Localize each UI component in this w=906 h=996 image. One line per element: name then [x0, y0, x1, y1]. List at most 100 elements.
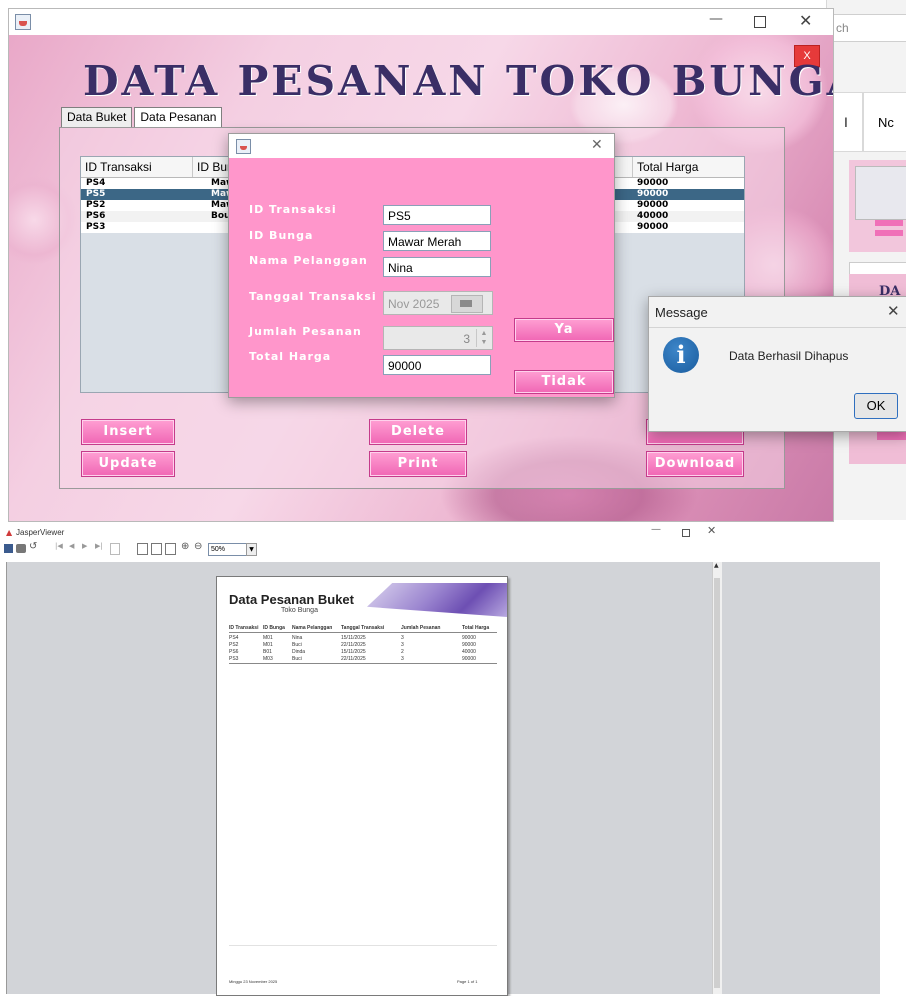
- report-page: Data Pesanan Buket Toko Bunga ID Transak…: [216, 576, 508, 996]
- report-cell: PS4: [229, 635, 239, 641]
- jasper-logo-icon: ▲: [6, 528, 13, 537]
- cell-id: PS4: [86, 178, 106, 188]
- insert-button[interactable]: Insert: [81, 419, 175, 445]
- ya-button[interactable]: Ya: [514, 318, 614, 342]
- cell-id: PS6: [86, 211, 106, 221]
- report-col-id-bunga: ID Bunga: [263, 625, 285, 631]
- zoom-value: 50%: [211, 546, 226, 553]
- nama-pelanggan-field[interactable]: Nina: [383, 257, 491, 277]
- id-bunga-field[interactable]: Mawar Merah: [383, 231, 491, 251]
- report-col-tanggal: Tanggal Transaksi: [341, 625, 385, 631]
- message-dialog: Message ✕ i Data Berhasil Dihapus OK: [648, 296, 906, 432]
- background-search-field[interactable]: ch: [831, 14, 906, 42]
- report-cell: 3: [401, 635, 404, 641]
- report-cell: 22/11/2025: [341, 656, 366, 662]
- label-id-transaksi: ID Transaksi: [249, 203, 337, 216]
- report-cell: 22/11/2025: [341, 642, 366, 648]
- actual-size-icon[interactable]: [137, 543, 148, 555]
- delete-button[interactable]: Delete: [369, 419, 467, 445]
- tidak-button[interactable]: Tidak: [514, 370, 614, 394]
- last-page-icon[interactable]: ▶|: [95, 542, 103, 550]
- zoom-select[interactable]: 50%: [208, 543, 248, 556]
- report-cell: 15/11/2025: [341, 649, 366, 655]
- close-icon[interactable]: ✕: [799, 11, 812, 30]
- spinner-arrows-icon[interactable]: ▲ ▼: [476, 329, 491, 347]
- label-id-bunga: ID Bunga: [249, 229, 314, 242]
- report-cell: M03: [263, 656, 273, 662]
- scrollbar-thumb[interactable]: [714, 578, 720, 988]
- fit-page-icon[interactable]: [151, 543, 162, 555]
- background-thumbnail-1: [849, 160, 906, 252]
- java-app-icon: [236, 139, 251, 154]
- jasper-close-icon[interactable]: ✕: [707, 524, 716, 537]
- column-header-total-harga[interactable]: Total Harga: [633, 157, 744, 177]
- zoom-out-icon[interactable]: ⊖: [194, 541, 202, 552]
- info-icon: i: [663, 337, 699, 373]
- message-close-icon[interactable]: ✕: [887, 302, 900, 320]
- first-page-icon[interactable]: |◀: [55, 542, 63, 550]
- tab-data-buket[interactable]: Data Buket: [61, 107, 133, 128]
- report-footer-date: Minggu 23 November 2025: [229, 979, 278, 984]
- jumlah-value: 3: [463, 332, 470, 346]
- page-number-field[interactable]: [110, 543, 120, 555]
- label-nama-pelanggan: Nama Pelanggan: [249, 254, 368, 267]
- jumlah-spinner[interactable]: 3 ▲ ▼: [383, 326, 493, 350]
- minimize-icon[interactable]: —: [709, 11, 723, 27]
- zoom-in-icon[interactable]: ⊕: [181, 541, 189, 552]
- reload-icon[interactable]: ↺: [29, 541, 37, 552]
- print-button[interactable]: Print: [369, 451, 467, 477]
- update-button[interactable]: Update: [81, 451, 175, 477]
- tanggal-date-chooser[interactable]: Nov 2025: [383, 291, 493, 315]
- background-tab-right[interactable]: Nc: [863, 92, 906, 152]
- cell-id: PS2: [86, 200, 106, 210]
- report-cell: 2: [401, 649, 404, 655]
- jasper-scrollbar[interactable]: ▲: [712, 562, 722, 994]
- feather-banner-image: [367, 583, 507, 617]
- previous-page-icon[interactable]: ◀: [69, 542, 74, 550]
- report-cell: M01: [263, 642, 273, 648]
- divider: [649, 327, 906, 328]
- report-cell: Buci: [292, 642, 302, 648]
- id-transaksi-field[interactable]: PS5: [383, 205, 491, 225]
- cell-total: 90000: [637, 189, 669, 199]
- report-cell: PS2: [229, 642, 239, 648]
- cell-total: 90000: [637, 222, 669, 232]
- download-button[interactable]: Download: [646, 451, 744, 477]
- maximize-icon[interactable]: [754, 16, 766, 28]
- total-harga-field[interactable]: 90000: [383, 355, 491, 375]
- zoom-dropdown-icon[interactable]: ▼: [246, 543, 257, 556]
- viewport-border: [6, 562, 7, 994]
- report-footer-page: Page 1 of 1: [457, 979, 478, 984]
- background-tab-left[interactable]: l: [829, 92, 863, 152]
- label-jumlah-pesanan: Jumlah Pesanan: [249, 325, 362, 338]
- fit-width-icon[interactable]: [165, 543, 176, 555]
- tab-data-pesanan[interactable]: Data Pesanan: [134, 107, 223, 128]
- calendar-icon[interactable]: [451, 295, 483, 313]
- print-icon[interactable]: [16, 544, 26, 553]
- jasper-minimize-icon[interactable]: —: [651, 524, 661, 535]
- report-col-id-transaksi: ID Transaksi: [229, 625, 259, 631]
- label-total-harga: Total Harga: [249, 350, 332, 363]
- report-cell: 3: [401, 656, 404, 662]
- dialog-close-icon[interactable]: ✕: [591, 137, 603, 153]
- jasper-viewer-window: ▲ JasperViewer — ✕ ↺ |◀ ◀ ▶ ▶| ⊕ ⊖ 50% ▼…: [0, 522, 906, 996]
- cell-total: 90000: [637, 200, 669, 210]
- dialog-body: ID Transaksi ID Bunga Nama Pelanggan Tan…: [229, 158, 614, 397]
- column-header-id-transaksi[interactable]: ID Transaksi: [81, 157, 193, 177]
- report-cell: Nina: [292, 635, 303, 641]
- report-cell: B01: [263, 649, 272, 655]
- main-window-titlebar: — ✕: [9, 9, 833, 35]
- report-cell: PS3: [229, 656, 239, 662]
- report-header-line: [229, 632, 497, 633]
- save-icon[interactable]: [4, 544, 13, 553]
- tanggal-value: Nov 2025: [388, 297, 440, 311]
- cell-total: 40000: [637, 211, 669, 221]
- scroll-up-icon[interactable]: ▲: [714, 562, 719, 569]
- java-app-icon: [15, 14, 31, 30]
- next-page-icon[interactable]: ▶: [82, 542, 87, 550]
- ok-button[interactable]: OK: [854, 393, 898, 419]
- report-viewport[interactable]: Data Pesanan Buket Toko Bunga ID Transak…: [6, 562, 880, 996]
- jasper-maximize-icon[interactable]: [682, 529, 690, 537]
- message-title: Message: [655, 305, 708, 320]
- tab-bar: Data Buket Data Pesanan: [61, 107, 223, 128]
